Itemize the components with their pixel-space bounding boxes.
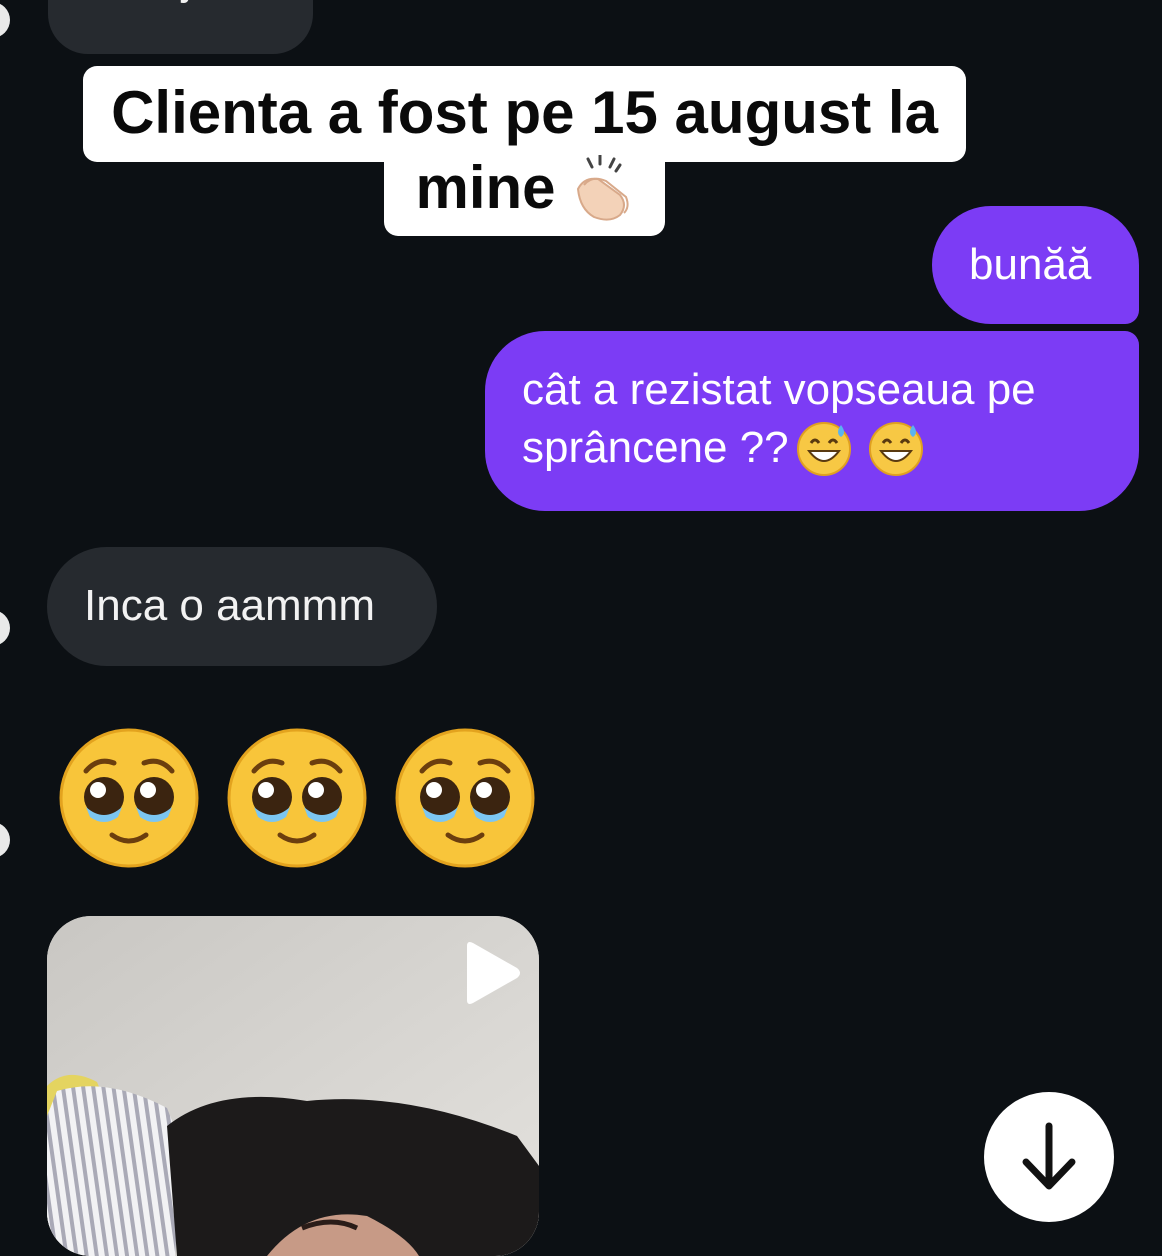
- video-caption-line2: mine: [384, 150, 665, 236]
- pleading-face-icon: [59, 728, 199, 868]
- video-message[interactable]: [47, 916, 539, 1256]
- outgoing-message-bubble[interactable]: bunăă: [932, 206, 1139, 324]
- scroll-to-bottom-button[interactable]: [984, 1092, 1114, 1222]
- message-text-line: sprâncene ??: [522, 423, 789, 472]
- outgoing-message-bubble[interactable]: cât a rezistat vopseaua pe sprâncene ??: [485, 331, 1139, 511]
- grinning-face-with-sweat-icon: [868, 422, 923, 476]
- incoming-message-bubble[interactable]: am ajuns: [48, 0, 313, 54]
- pleading-face-icon: [395, 728, 535, 868]
- play-icon[interactable]: [459, 940, 523, 1006]
- message-text-line: cât a rezistat vopseaua pe: [522, 365, 1036, 414]
- incoming-message-bubble[interactable]: Inca o aammm: [47, 547, 437, 666]
- avatar[interactable]: [0, 2, 10, 38]
- message-text: am ajuns: [84, 0, 263, 8]
- avatar[interactable]: [0, 610, 10, 646]
- message-text: bunăă: [969, 240, 1092, 289]
- pleading-face-icon: [227, 728, 367, 868]
- clapping-hands-icon: [576, 155, 629, 221]
- arrow-down-icon: [1022, 1122, 1076, 1190]
- grinning-face-with-sweat-icon: [796, 422, 851, 476]
- video-caption-line1: Clienta a fost pe 15 august la: [83, 66, 966, 162]
- message-text: Inca o aammm: [84, 581, 375, 630]
- avatar[interactable]: [0, 822, 10, 858]
